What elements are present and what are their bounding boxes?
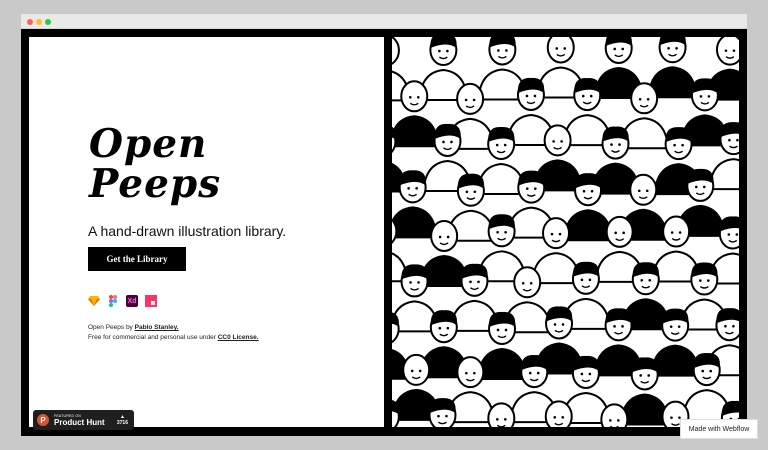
product-hunt-text: FEATURED ON Product Hunt — [54, 414, 105, 427]
page-subtitle: A hand-drawn illustration library. — [88, 223, 287, 239]
get-the-library-button[interactable]: Get the Library — [88, 247, 186, 271]
product-hunt-badge[interactable]: P FEATURED ON Product Hunt ▲ 3716 — [33, 410, 134, 430]
product-hunt-name: Product Hunt — [54, 417, 105, 427]
credits: Open Peeps by Pablo Stanley. Free for co… — [88, 323, 259, 343]
title-line-open: Open — [89, 121, 208, 167]
figma-icon[interactable] — [107, 295, 119, 307]
crowd-illustration-panel — [392, 37, 739, 427]
license-link[interactable]: CC0 License. — [218, 334, 259, 341]
supported-tools: Xd — [88, 295, 157, 307]
crowd-illustration — [392, 37, 739, 427]
made-with-webflow-badge[interactable]: Made with Webflow — [680, 419, 758, 439]
sketch-icon[interactable] — [88, 295, 100, 307]
invision-icon[interactable] — [145, 295, 157, 307]
adobe-xd-icon[interactable]: Xd — [126, 295, 138, 307]
product-hunt-votes: ▲ 3716 — [117, 414, 128, 426]
page-title: Open Peeps — [89, 124, 221, 204]
credits-prefix: Open Peeps by — [88, 324, 133, 331]
author-link[interactable]: Pablo Stanley. — [135, 324, 179, 331]
maximize-window-dot[interactable] — [45, 19, 51, 25]
license-prefix: Free for commercial and personal use und… — [88, 334, 216, 341]
hero-panel: Open Peeps A hand-drawn illustration lib… — [29, 37, 384, 427]
browser-window: Open Peeps A hand-drawn illustration lib… — [21, 14, 758, 439]
minimize-window-dot[interactable] — [36, 19, 42, 25]
vote-count: 3716 — [116, 420, 128, 426]
title-line-peeps: Peeps — [89, 161, 222, 207]
credits-line-license: Free for commercial and personal use und… — [88, 333, 259, 343]
credits-line-author: Open Peeps by Pablo Stanley. — [88, 323, 259, 333]
product-hunt-icon: P — [37, 414, 49, 426]
window-titlebar — [21, 14, 747, 29]
close-window-dot[interactable] — [27, 19, 33, 25]
